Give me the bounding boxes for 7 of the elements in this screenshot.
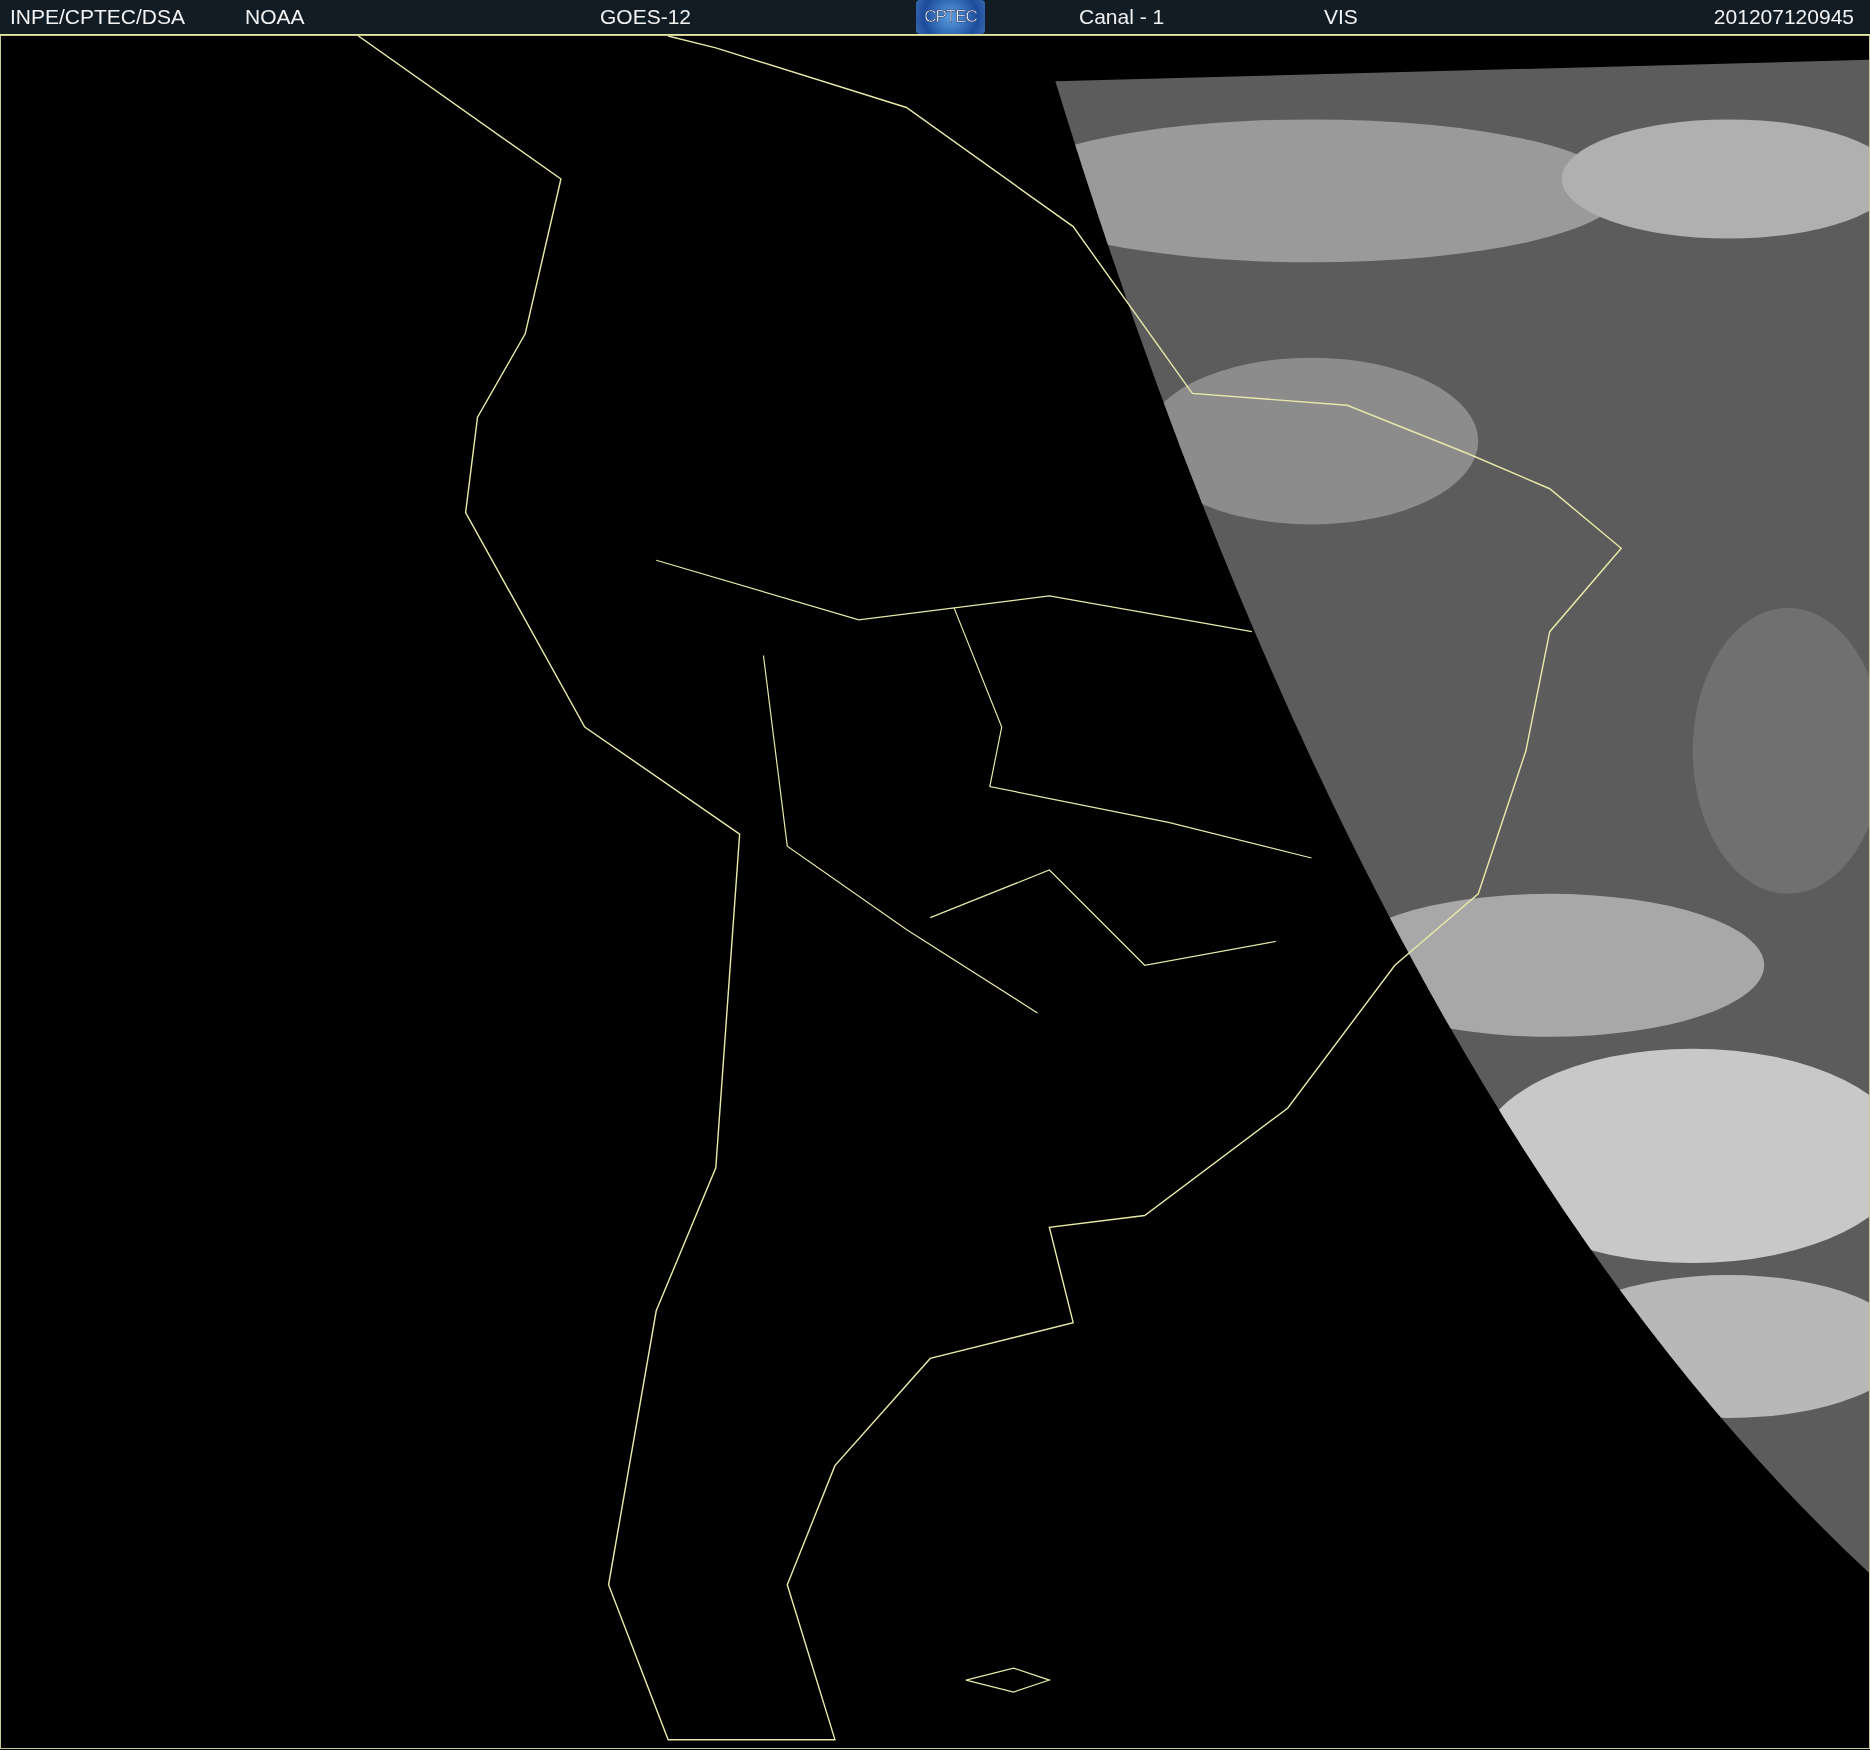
header-label: NOAA (245, 5, 305, 28)
header-label: VIS (1324, 5, 1358, 28)
header-label: INPE/CPTEC/DSA (10, 5, 186, 28)
header-label: Canal - 1 (1079, 5, 1165, 28)
header-label: GOES-12 (600, 5, 692, 28)
header-label: 201207120945 (1713, 5, 1854, 28)
logo: CPTEC (916, 0, 985, 34)
